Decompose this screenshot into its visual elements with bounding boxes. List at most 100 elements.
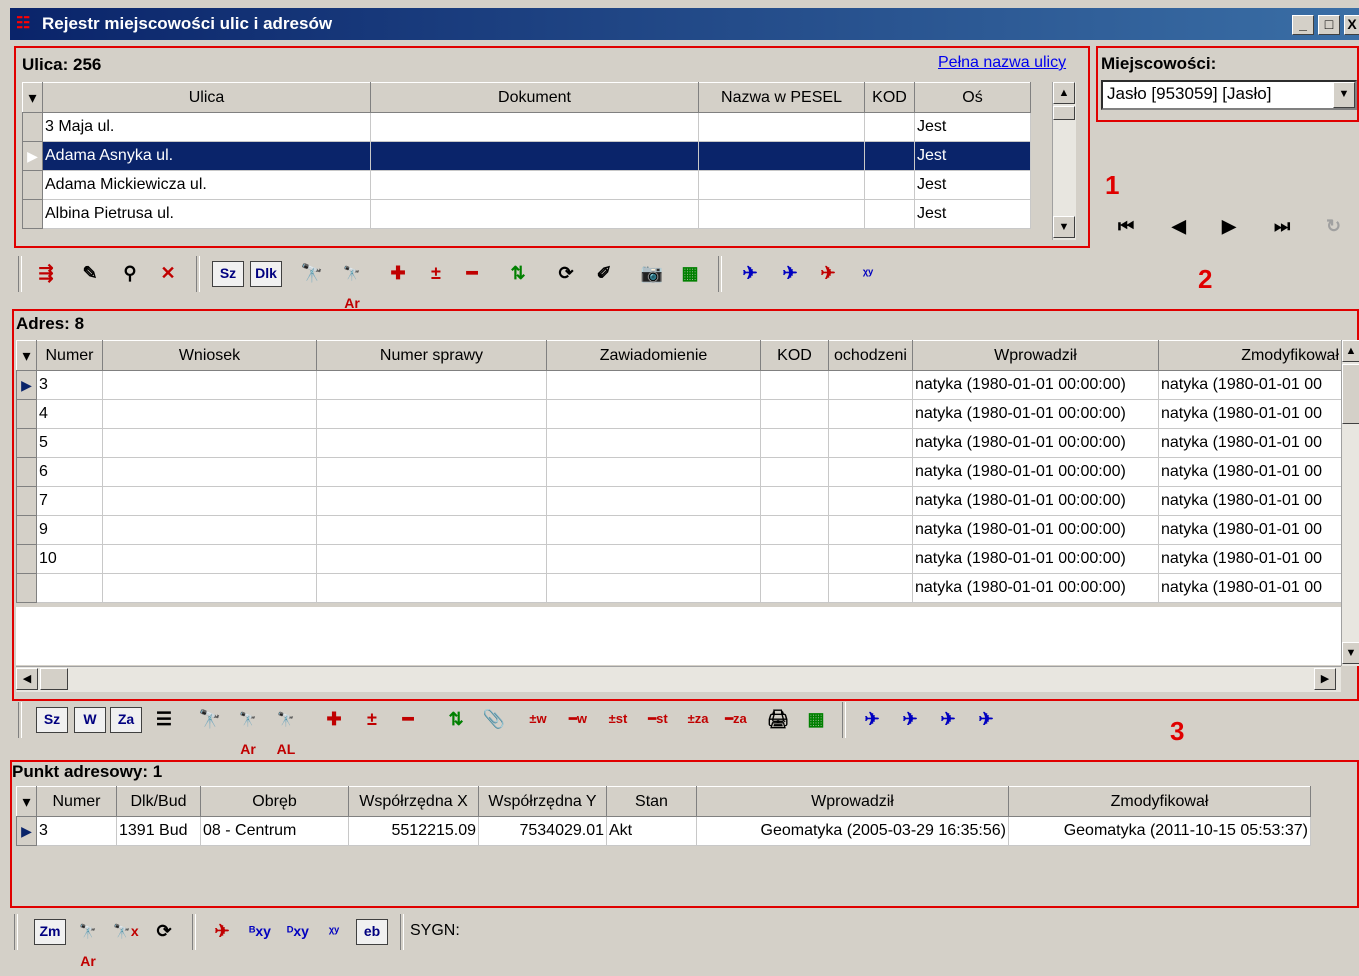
request-cell[interactable] xyxy=(102,457,317,487)
last-record-icon[interactable]: ⏭ xyxy=(1274,216,1290,237)
table-row[interactable]: natyka (1980-01-01 00:00:00) natyka (1980… xyxy=(16,573,1343,603)
locality-select[interactable]: Jasło [953059] [Jasło] ▼ xyxy=(1101,80,1357,110)
remove-icon[interactable]: ━ xyxy=(392,704,424,736)
close-button[interactable]: X xyxy=(1344,15,1359,35)
notice-cell[interactable] xyxy=(546,428,761,458)
pesel-name-cell[interactable] xyxy=(698,170,865,200)
document-cell[interactable] xyxy=(370,199,699,229)
case-number-cell[interactable] xyxy=(316,399,547,429)
camera-icon[interactable]: 📷 xyxy=(636,258,668,290)
search-ar-icon[interactable]: 🔭Ar xyxy=(336,258,368,311)
column-header-os[interactable]: Oś xyxy=(914,82,1031,113)
search-ar-icon[interactable]: 🔭Ar xyxy=(232,704,264,757)
column-header-kod[interactable]: KOD xyxy=(864,82,915,113)
scroll-thumb[interactable] xyxy=(1053,106,1075,120)
case-number-cell[interactable] xyxy=(316,573,547,603)
origin-cell[interactable] xyxy=(828,515,913,545)
number-cell[interactable]: 6 xyxy=(36,457,103,487)
created-by-cell[interactable]: natyka (1980-01-01 00:00:00) xyxy=(912,457,1159,487)
document-cell[interactable] xyxy=(370,170,699,200)
kod-cell[interactable] xyxy=(760,428,829,458)
created-by-cell[interactable]: natyka (1980-01-01 00:00:00) xyxy=(912,544,1159,574)
excel-icon[interactable]: ▦ xyxy=(674,258,706,290)
case-number-cell[interactable] xyxy=(316,515,547,545)
refresh-icon[interactable]: ↻ xyxy=(1326,216,1341,237)
number-cell[interactable]: 5 xyxy=(36,428,103,458)
scroll-right-icon[interactable]: ▶ xyxy=(1314,668,1336,690)
created-by-cell[interactable]: natyka (1980-01-01 00:00:00) xyxy=(912,370,1159,400)
address-vertical-scrollbar[interactable]: ▲ ▼ xyxy=(1341,340,1359,666)
request-cell[interactable] xyxy=(102,428,317,458)
column-header-numer[interactable]: Numer xyxy=(36,786,117,817)
add-icon[interactable]: ✚ xyxy=(382,258,414,290)
pin-remove-icon[interactable]: ✈ xyxy=(812,258,844,290)
next-record-icon[interactable]: ▶ xyxy=(1222,216,1236,237)
scroll-down-icon[interactable]: ▼ xyxy=(1053,216,1075,238)
remove-w-icon[interactable]: ━w xyxy=(562,704,594,736)
notice-cell[interactable] xyxy=(546,573,761,603)
table-row[interactable]: ▶ 3 natyka (1980-01-01 00:00:00) natyka (19… xyxy=(16,370,1343,400)
table-row[interactable]: 7 natyka (1980-01-01 00:00:00) natyka (198… xyxy=(16,486,1343,516)
scroll-left-icon[interactable]: ◀ xyxy=(16,668,38,690)
excel-icon[interactable]: ▦ xyxy=(800,704,832,736)
kod-cell[interactable] xyxy=(864,170,915,200)
number-cell[interactable]: 7 xyxy=(36,486,103,516)
modified-by-cell[interactable]: natyka (1980-01-01 00 xyxy=(1158,370,1343,400)
plus-minus-icon[interactable]: ± xyxy=(420,258,452,290)
sz-button[interactable]: Sz xyxy=(212,261,244,287)
remove-st-icon[interactable]: ━st xyxy=(642,704,674,736)
table-row[interactable]: Adama Mickiewicza ul. Jest xyxy=(22,170,1031,200)
remove-za-icon[interactable]: ━za xyxy=(720,704,752,736)
pin-xy-icon[interactable]: ✈ xyxy=(734,258,766,290)
print-icon[interactable]: 🖨 xyxy=(762,704,794,736)
address-horizontal-scrollbar[interactable]: ◀ ▶ xyxy=(16,666,1341,692)
case-number-cell[interactable] xyxy=(316,544,547,574)
pin-d-xy-icon[interactable]: ✈ xyxy=(894,704,926,736)
filter-icon[interactable]: ▾ xyxy=(22,82,43,113)
column-header-zawiadomienie[interactable]: Zawiadomienie xyxy=(546,340,761,371)
origin-cell[interactable] xyxy=(828,457,913,487)
origin-cell[interactable] xyxy=(828,544,913,574)
modified-by-cell[interactable]: natyka (1980-01-01 00 xyxy=(1158,399,1343,429)
scroll-thumb[interactable] xyxy=(1342,364,1359,424)
request-cell[interactable] xyxy=(102,399,317,429)
case-number-cell[interactable] xyxy=(316,486,547,516)
table-row[interactable]: Albina Pietrusa ul. Jest xyxy=(22,199,1031,229)
column-header-wniosek[interactable]: Wniosek xyxy=(102,340,317,371)
modified-by-cell[interactable]: Geomatyka (2011-10-15 05:53:37) xyxy=(1008,816,1311,846)
search-ar-icon[interactable]: 🔭Ar xyxy=(72,916,104,969)
modified-by-cell[interactable]: natyka (1980-01-01 00 xyxy=(1158,457,1343,487)
created-by-cell[interactable]: natyka (1980-01-01 00:00:00) xyxy=(912,428,1159,458)
document-cell[interactable] xyxy=(370,141,699,171)
filter-icon[interactable]: ▾ xyxy=(16,786,37,817)
scroll-up-icon[interactable]: ▲ xyxy=(1342,340,1359,362)
case-number-cell[interactable] xyxy=(316,370,547,400)
search-al-icon[interactable]: 🔭AL xyxy=(270,704,302,757)
sync-icon[interactable]: ⟳ xyxy=(148,916,180,948)
sync-icon[interactable]: ⟳ xyxy=(550,258,582,290)
notice-cell[interactable] xyxy=(546,544,761,574)
street-name-cell[interactable]: Albina Pietrusa ul. xyxy=(42,199,371,229)
minimize-button[interactable]: _ xyxy=(1292,15,1314,35)
column-header-pochodzenie[interactable]: ochodzeni xyxy=(828,340,913,371)
number-cell[interactable]: 3 xyxy=(36,816,117,846)
zm-button[interactable]: Zm xyxy=(34,919,66,945)
table-row[interactable]: 4 natyka (1980-01-01 00:00:00) natyka (198… xyxy=(16,399,1343,429)
precinct-cell[interactable]: 08 - Centrum xyxy=(200,816,349,846)
b-xy-icon[interactable]: ᴮxy xyxy=(244,916,276,948)
notice-cell[interactable] xyxy=(546,515,761,545)
filter-icon[interactable]: ▾ xyxy=(16,340,37,371)
scroll-up-icon[interactable]: ▲ xyxy=(1053,82,1075,104)
table-row-selected[interactable]: ▶ Adama Asnyka ul. Jest xyxy=(22,141,1031,171)
origin-cell[interactable] xyxy=(828,573,913,603)
column-header-numer-sprawy[interactable]: Numer sprawy xyxy=(316,340,547,371)
document-cell[interactable] xyxy=(370,112,699,142)
created-by-cell[interactable]: natyka (1980-01-01 00:00:00) xyxy=(912,399,1159,429)
table-row[interactable]: 5 natyka (1980-01-01 00:00:00) natyka (198… xyxy=(16,428,1343,458)
axis-cell[interactable]: Jest xyxy=(914,141,1031,171)
column-header-numer[interactable]: Numer xyxy=(36,340,103,371)
case-number-cell[interactable] xyxy=(316,457,547,487)
add-za-icon[interactable]: ±za xyxy=(682,704,714,736)
request-cell[interactable] xyxy=(102,486,317,516)
modified-by-cell[interactable]: natyka (1980-01-01 00 xyxy=(1158,428,1343,458)
